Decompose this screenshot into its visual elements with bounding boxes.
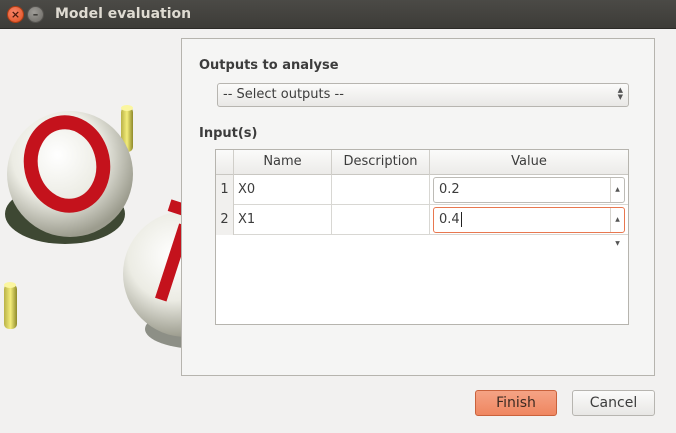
spin-up-icon[interactable]: ▲ — [611, 178, 624, 202]
outputs-select-value: -- Select outputs -- — [223, 87, 344, 102]
spin-down-icon[interactable]: ▼ — [611, 232, 624, 256]
table-header: Name Description Value — [216, 150, 628, 175]
column-header-description[interactable]: Description — [332, 150, 430, 175]
description-cell[interactable] — [332, 175, 430, 205]
evaluation-panel: Outputs to analyse -- Select outputs -- … — [181, 38, 655, 376]
close-window-button[interactable]: × — [7, 6, 24, 23]
value-text: 0.2 — [439, 182, 460, 197]
value-spinbox[interactable]: 0.4 ▲ ▼ — [433, 207, 625, 247]
text-caret — [460, 212, 462, 227]
spin-buttons[interactable]: ▲ ▼ — [610, 208, 624, 247]
row-number[interactable]: 2 — [216, 205, 234, 235]
name-cell[interactable]: X0 — [234, 175, 332, 205]
value-text: 0.4 — [439, 212, 460, 227]
value-spinbox[interactable]: 0.2 ▲ ▼ — [433, 177, 625, 217]
name-cell[interactable]: X1 — [234, 205, 332, 235]
spin-up-icon[interactable]: ▲ — [611, 208, 624, 232]
minimize-window-button[interactable]: – — [27, 6, 44, 23]
window-title: Model evaluation — [55, 6, 192, 22]
minimize-icon: – — [32, 8, 39, 21]
outputs-select[interactable]: -- Select outputs -- ▲ ▼ — [217, 83, 629, 107]
outputs-section-label: Outputs to analyse — [199, 58, 339, 73]
column-header-name[interactable]: Name — [234, 150, 332, 175]
row-number[interactable]: 1 — [216, 175, 234, 205]
table-row: 2 X1 0.4 ▲ ▼ — [216, 205, 628, 247]
title-bar: × – Model evaluation — [0, 0, 676, 29]
inputs-section-label: Input(s) — [199, 126, 258, 141]
cancel-button[interactable]: Cancel — [572, 390, 655, 416]
finish-button[interactable]: Finish — [475, 390, 557, 416]
description-cell[interactable] — [332, 205, 430, 235]
close-icon: × — [10, 8, 21, 21]
table-row: 1 X0 0.2 ▲ ▼ — [216, 175, 628, 217]
column-header-value[interactable]: Value — [430, 150, 628, 175]
chevron-updown-icon: ▲ ▼ — [617, 86, 623, 101]
spin-buttons[interactable]: ▲ ▼ — [610, 178, 624, 217]
inputs-table: Name Description Value 1 X0 0.2 ▲ ▼ 2 X1… — [215, 149, 629, 325]
corner-header — [216, 150, 234, 175]
